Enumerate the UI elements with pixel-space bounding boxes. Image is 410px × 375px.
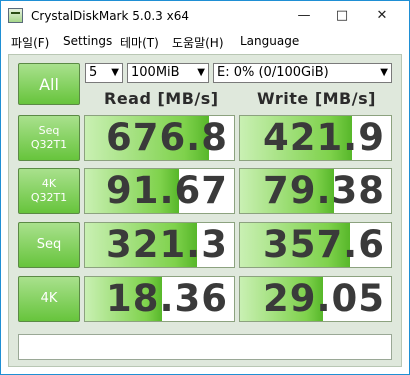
window-title: CrystalDiskMark 5.0.3 x64 (31, 9, 189, 23)
seq-read-value: 321.3 (105, 223, 228, 266)
read-column-header: Read [MB/s] (104, 89, 219, 108)
4k-read-cell: 18.36 (84, 276, 235, 322)
test-label-line2: Q32T1 (30, 138, 68, 151)
seq-q32t1-write-cell: 421.9 (239, 115, 392, 161)
4k-q32t1-read-cell: 91.67 (84, 168, 235, 214)
4k-q32t1-read-value: 91.67 (105, 169, 228, 212)
seq-q32t1-button[interactable]: Seq Q32T1 (18, 115, 80, 161)
seq-write-cell: 357.6 (239, 222, 392, 268)
4k-q32t1-write-value: 79.38 (262, 169, 385, 212)
app-window: CrystalDiskMark 5.0.3 x64 — □ ✕ 파일(F) Se… (0, 0, 410, 375)
seq-q32t1-read-value: 676.8 (105, 116, 228, 159)
chevron-down-icon: ▼ (380, 67, 388, 78)
4k-write-value: 29.05 (262, 277, 385, 320)
4k-q32t1-button[interactable]: 4K Q32T1 (18, 168, 80, 214)
chevron-down-icon: ▼ (111, 67, 119, 78)
close-button[interactable]: ✕ (367, 5, 397, 27)
test-label-line1: 4K (41, 177, 57, 190)
drive-value: E: 0% (0/100GiB) (217, 65, 329, 80)
seq-q32t1-write-value: 421.9 (262, 116, 385, 159)
maximize-button[interactable]: □ (327, 5, 357, 27)
comment-field[interactable] (18, 334, 392, 360)
test-label-line2: Q32T1 (30, 191, 68, 204)
seq-read-cell: 321.3 (84, 222, 235, 268)
test-label-line1: 4K (40, 291, 58, 306)
all-button[interactable]: All (18, 63, 80, 105)
drive-select[interactable]: E: 0% (0/100GiB) ▼ (213, 63, 392, 83)
menu-settings[interactable]: Settings (63, 34, 112, 48)
title-bar[interactable]: CrystalDiskMark 5.0.3 x64 — □ ✕ (1, 1, 409, 31)
seq-write-value: 357.6 (262, 223, 385, 266)
write-column-header: Write [MB/s] (257, 89, 376, 108)
chevron-down-icon: ▼ (197, 67, 205, 78)
app-icon (8, 8, 23, 23)
test-size-select[interactable]: 100MiB ▼ (127, 63, 209, 83)
test-label-line1: Seq (36, 237, 62, 252)
4k-button[interactable]: 4K (18, 276, 80, 322)
seq-button[interactable]: Seq (18, 222, 80, 268)
test-size-value: 100MiB (131, 65, 180, 80)
test-count-select[interactable]: 5 ▼ (85, 63, 123, 83)
menu-language[interactable]: Language (240, 34, 299, 48)
test-count-value: 5 (89, 65, 98, 80)
4k-read-value: 18.36 (105, 277, 228, 320)
seq-q32t1-read-cell: 676.8 (84, 115, 235, 161)
menu-bar: 파일(F) Settings 테마(T) 도움말(H) Language (1, 32, 409, 52)
menu-file[interactable]: 파일(F) (11, 34, 49, 51)
minimize-button[interactable]: — (289, 5, 319, 27)
4k-q32t1-write-cell: 79.38 (239, 168, 392, 214)
test-label-line1: Seq (38, 124, 60, 137)
menu-theme[interactable]: 테마(T) (120, 34, 159, 51)
4k-write-cell: 29.05 (239, 276, 392, 322)
menu-help[interactable]: 도움말(H) (172, 34, 224, 51)
